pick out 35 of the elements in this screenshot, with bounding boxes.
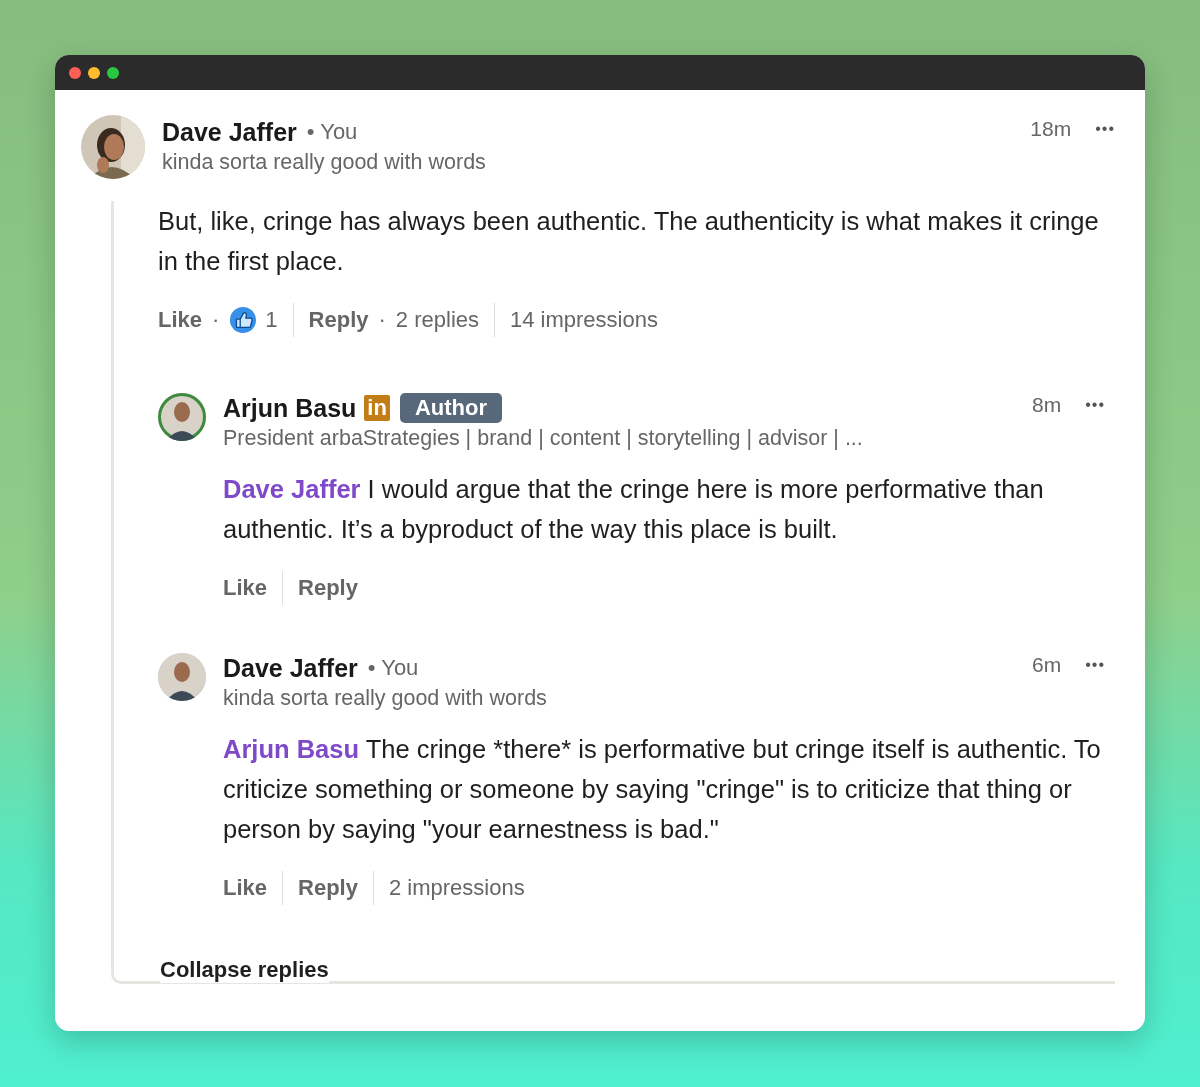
author-headline: President arbaStrategies | brand | content | storytelling | advisor | ... bbox=[223, 426, 864, 451]
more-button[interactable]: ••• bbox=[1095, 120, 1115, 138]
action-link[interactable]: Like bbox=[158, 307, 203, 333]
action-link[interactable]: Reply bbox=[308, 307, 369, 333]
reaction-count[interactable]: 1 bbox=[265, 307, 278, 333]
action-link[interactable]: Like bbox=[223, 575, 268, 601]
timestamp: 6m bbox=[1032, 653, 1062, 677]
author-headline: kinda sorta really good with words bbox=[162, 150, 487, 175]
more-button[interactable]: ••• bbox=[1085, 656, 1105, 674]
author-badge: Author bbox=[399, 393, 502, 423]
action-link[interactable]: Reply bbox=[298, 875, 358, 901]
comment-text: Arjun Basu The cringe *there* is performative but cringe itself is authentic. To criticize something or someone by saying "cringe" is to criticize that thing or person by saying "your earnestness is bad." bbox=[223, 734, 1102, 845]
comment-text: Dave Jaffer I would argue that the cringe here is more performative than authentic. It’s a byproduct of the way this place is built. bbox=[223, 474, 1045, 545]
author-name[interactable]: Dave Jaffer bbox=[223, 653, 358, 683]
timestamp: 8m bbox=[1032, 393, 1062, 417]
action-meta: 14 impressions bbox=[510, 307, 658, 333]
action-link[interactable]: Like bbox=[223, 875, 268, 901]
comment-text: But, like, cringe has always been authentic. The authenticity is what makes it cringe in the first place. bbox=[158, 206, 1100, 277]
action-meta: 2 replies bbox=[395, 307, 479, 333]
action-meta: 2 impressions bbox=[388, 875, 525, 901]
separator-dot: · bbox=[212, 307, 220, 333]
author-name[interactable]: Arjun Basu bbox=[223, 393, 357, 423]
more-button[interactable]: ••• bbox=[1085, 396, 1105, 414]
author-headline: kinda sorta really good with words bbox=[223, 686, 548, 711]
zoom-icon[interactable] bbox=[107, 66, 119, 79]
you-label: • You bbox=[306, 119, 358, 145]
premium-badge: in bbox=[364, 395, 390, 421]
separator-dot: · bbox=[378, 307, 386, 333]
thumbs-up-icon[interactable] bbox=[229, 306, 258, 334]
minimize-icon[interactable] bbox=[88, 66, 100, 79]
you-label: • You bbox=[367, 655, 419, 681]
author-name[interactable]: Dave Jaffer bbox=[162, 117, 297, 147]
timestamp: 18m bbox=[1030, 117, 1072, 141]
action-link[interactable]: Reply bbox=[298, 575, 358, 601]
close-icon[interactable] bbox=[69, 66, 81, 79]
